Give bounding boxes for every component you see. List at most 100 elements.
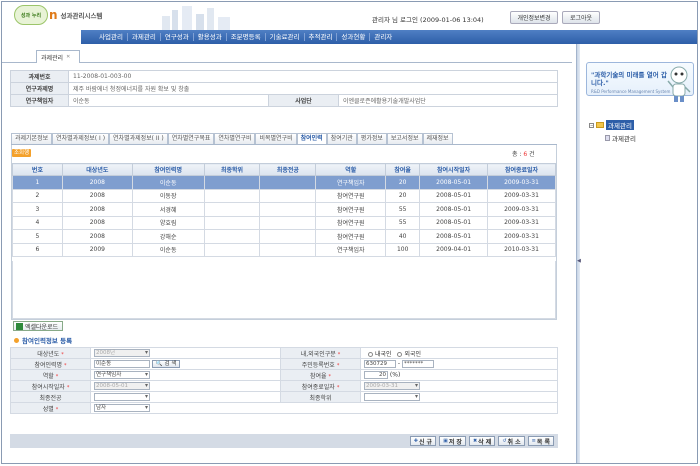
table-cell: 55 bbox=[385, 202, 421, 217]
radio-foreign[interactable] bbox=[397, 351, 403, 357]
search-button[interactable]: 🔍 검 색 bbox=[151, 360, 181, 368]
tab-goals[interactable]: 연차별연구목표 bbox=[167, 133, 215, 144]
table-row[interactable]: 1 2008 이순동 연구책임자 20 2008-05-01 2009-03-31 bbox=[12, 175, 556, 190]
nav-item[interactable]: 활용성과 bbox=[194, 33, 227, 41]
table-cell: 2008-05-01 bbox=[419, 229, 489, 244]
ssn-label: 주민등록번호 * bbox=[280, 358, 361, 370]
col-header[interactable]: 참여종료일자 bbox=[487, 163, 556, 176]
project-name-label: 연구과제명 bbox=[10, 82, 69, 95]
tree-child[interactable]: 과제관리 bbox=[605, 133, 636, 143]
nav-item[interactable]: 추적관리 bbox=[305, 33, 338, 41]
degree-select[interactable] bbox=[364, 393, 420, 401]
required-icon: * bbox=[336, 362, 340, 369]
major-select[interactable] bbox=[94, 393, 150, 401]
tab-budget-items[interactable]: 비목별연구비 bbox=[255, 133, 297, 144]
ssn-back-input[interactable]: ******* bbox=[402, 360, 435, 368]
table-cell: 연구책임자 bbox=[315, 175, 387, 190]
close-icon[interactable]: ✕ bbox=[66, 54, 70, 60]
nav-item[interactable]: 기술료관리 bbox=[266, 33, 305, 41]
tab-yearly-1[interactable]: 연차별과제정보( I ) bbox=[52, 133, 110, 144]
radio-domestic[interactable] bbox=[368, 351, 373, 357]
skyline-decoration bbox=[162, 6, 230, 30]
tab-participants[interactable]: 참여인력 bbox=[296, 133, 327, 144]
profile-button[interactable]: 개인정보변경 bbox=[510, 11, 558, 24]
chevron-left-icon[interactable]: ◀ bbox=[577, 258, 581, 264]
rate-input[interactable]: 20 bbox=[364, 371, 388, 379]
table-cell: 2008 bbox=[61, 188, 133, 203]
domestic-label: 내국인 bbox=[375, 350, 392, 358]
col-header[interactable]: 역할 bbox=[315, 163, 387, 176]
end-date-select[interactable]: 2009-03-31 bbox=[364, 382, 420, 390]
excel-download-button[interactable]: 엑셀다운로드 bbox=[13, 321, 64, 331]
table-cell bbox=[259, 202, 317, 217]
table-cell bbox=[259, 188, 317, 203]
grid-header-row: 번호 대상년도 참여인력명 최종학위 최종전공 역할 참여율 참여시작일자 참여… bbox=[12, 163, 556, 176]
gender-label-text: 성별 bbox=[42, 405, 54, 413]
excel-download-label: 엑셀다운로드 bbox=[25, 323, 59, 331]
year-label-text: 대상년도 bbox=[37, 350, 60, 358]
tab-basic[interactable]: 과제기본정보 bbox=[11, 133, 53, 144]
tab-budget[interactable]: 연차별연구비 bbox=[214, 133, 256, 144]
tab-reports[interactable]: 보고서정보 bbox=[386, 133, 423, 144]
gender-select[interactable]: 남자 bbox=[94, 404, 150, 412]
table-row[interactable]: 6 2009 이순동 연구책임자 100 2009-04-01 2010-03-31 bbox=[12, 242, 556, 257]
tab-evaluation[interactable]: 평가정보 bbox=[356, 133, 387, 144]
col-header[interactable]: 참여율 bbox=[385, 163, 421, 176]
project-no-label: 과제번호 bbox=[10, 70, 69, 83]
required-icon: * bbox=[55, 373, 59, 380]
nav-item[interactable]: 과제관리 bbox=[128, 33, 161, 41]
list-icon: ≡ bbox=[531, 438, 536, 444]
collapse-icon[interactable]: − bbox=[589, 122, 594, 128]
nav-item[interactable]: 조분명등록 bbox=[227, 33, 266, 41]
table-cell: 2009-04-01 bbox=[419, 242, 489, 257]
col-header[interactable]: 참여시작일자 bbox=[419, 163, 489, 176]
nav-item[interactable]: 사업관리 bbox=[95, 33, 128, 41]
table-row[interactable]: 5 2008 강해순 참여연구원 40 2008-05-01 2009-03-31 bbox=[12, 229, 556, 244]
project-info-table: 과제번호 11-2008-01-003-00 연구과제명 제주 바람에너 청정에… bbox=[10, 70, 558, 107]
mascot-icon bbox=[667, 66, 691, 102]
name-input[interactable]: 이순동 bbox=[94, 360, 150, 368]
window-tab[interactable]: 과제관리 ✕ bbox=[36, 50, 80, 63]
save-icon: ▣ bbox=[443, 438, 448, 444]
table-row[interactable]: 2 2008 이동장 참여연구원 20 2008-05-01 2009-03-31 bbox=[12, 188, 556, 203]
table-cell: 20 bbox=[385, 188, 421, 203]
table-cell bbox=[259, 229, 317, 244]
save-button[interactable]: ▣ 저 장 bbox=[439, 436, 466, 446]
list-button[interactable]: ≡ 목 록 bbox=[527, 436, 554, 446]
tree-root-label: 과제관리 bbox=[606, 120, 634, 130]
role-select[interactable]: 연구책임자 bbox=[94, 371, 150, 379]
col-header[interactable]: 참여인력명 bbox=[131, 163, 205, 176]
new-button[interactable]: ✚ 신 규 bbox=[409, 436, 437, 446]
col-header[interactable]: 최종학위 bbox=[203, 163, 261, 176]
table-cell: 2008-05-01 bbox=[419, 188, 489, 203]
foreign-label: 외국인 bbox=[404, 350, 422, 358]
main-nav: 사업관리 과제관리 연구성과 활용성과 조분명등록 기술료관리 추적관리 성과현… bbox=[81, 30, 697, 44]
col-header[interactable]: 번호 bbox=[12, 163, 63, 176]
tab-yearly-2[interactable]: 연차별과제정보( II ) bbox=[109, 133, 168, 144]
logo[interactable]: 성과 누리 n 성과관리시스템 bbox=[14, 5, 102, 25]
table-cell: 서경혜 bbox=[131, 202, 205, 217]
required-icon: * bbox=[61, 351, 64, 358]
table-cell bbox=[259, 215, 317, 230]
nav-item[interactable]: 관리자 bbox=[370, 33, 396, 41]
ssn-front-input[interactable]: 630729 bbox=[364, 360, 396, 368]
logo-letter: n bbox=[49, 8, 58, 22]
logout-button[interactable]: 로그아웃 bbox=[562, 11, 600, 24]
section-title: 참여인력정보 등록 bbox=[14, 335, 72, 345]
col-header[interactable]: 대상년도 bbox=[61, 163, 133, 176]
table-row[interactable]: 3 2008 서경혜 참여연구원 55 2008-05-01 2009-03-31 bbox=[12, 202, 556, 217]
year-select[interactable]: 2008년 bbox=[94, 349, 150, 357]
splitter[interactable]: ◀ bbox=[576, 44, 581, 463]
start-date-select[interactable]: 2008-05-01 bbox=[94, 382, 150, 390]
tree-root[interactable]: − 과제관리 bbox=[589, 120, 636, 130]
cancel-button[interactable]: ↺ 취 소 bbox=[498, 436, 525, 446]
col-header[interactable]: 최종전공 bbox=[259, 163, 317, 176]
nav-item[interactable]: 연구성과 bbox=[161, 33, 194, 41]
tab-sanctions[interactable]: 제재정보 bbox=[422, 133, 453, 144]
app-window: 성과 누리 n 성과관리시스템 관리자 님 로그인 (2009-01-06 13… bbox=[1, 1, 698, 464]
table-row[interactable]: 4 2008 양효림 참여연구원 55 2008-05-01 2009-03-31 bbox=[12, 215, 556, 230]
table-cell bbox=[203, 188, 261, 203]
delete-button[interactable]: ✖ 삭 제 bbox=[468, 436, 496, 446]
tab-institutions[interactable]: 참여기관 bbox=[326, 133, 357, 144]
nav-item[interactable]: 성과현황 bbox=[337, 33, 371, 41]
